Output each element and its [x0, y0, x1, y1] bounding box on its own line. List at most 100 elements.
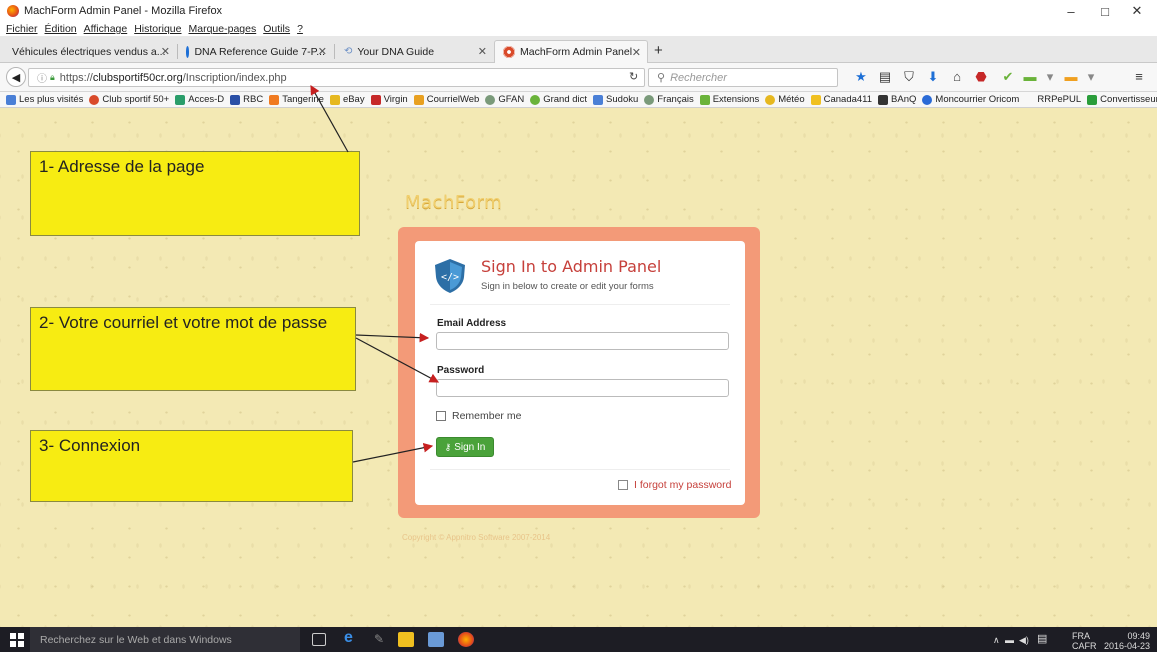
menu-marque-pages[interactable]: Marque-pages — [189, 23, 257, 35]
divider — [430, 469, 730, 470]
remember-me-checkbox[interactable]: Remember me — [436, 410, 521, 422]
photos-icon[interactable] — [428, 632, 444, 647]
menu-fichier[interactable]: Fichier — [6, 23, 38, 35]
adblock-icon[interactable]: ⬣ — [973, 69, 989, 85]
network-icon[interactable]: ▬ — [1005, 635, 1014, 645]
url-domain: clubsportif50cr.org — [92, 71, 183, 84]
minimize-button[interactable]: – — [1054, 0, 1088, 22]
bookmark-item[interactable]: Tangerine — [269, 94, 324, 105]
volume-icon[interactable]: ◀) — [1019, 635, 1029, 645]
download-icon[interactable]: ⬇ — [925, 69, 941, 85]
checkbox-icon[interactable] — [436, 411, 446, 421]
tab-machform-admin[interactable]: MachForm Admin Panel ✕ — [494, 40, 648, 63]
bookmark-item[interactable]: Français — [644, 94, 694, 105]
email-field[interactable] — [436, 332, 729, 350]
new-tab-plus-icon[interactable]: + — [654, 42, 663, 59]
tool-icon[interactable]: ✎ — [374, 632, 390, 647]
address-bar[interactable]: ⓘ 🔒︎ https://clubsportif50cr.org/Inscrip… — [28, 68, 645, 87]
bookmark-item[interactable]: Grand dict — [530, 94, 587, 105]
sign-in-button[interactable]: ⚷ Sign In — [436, 437, 494, 457]
tab-vehicules[interactable]: Véhicules électriques vendus a... ✕ — [4, 40, 176, 63]
bookmark-item[interactable]: Météo — [765, 94, 805, 105]
clock[interactable]: 09:49 2016-04-23 — [1100, 631, 1150, 651]
bookmark-item[interactable]: Virgin — [370, 94, 408, 105]
password-field[interactable] — [436, 379, 729, 397]
bookmark-item[interactable]: Les plus visités — [6, 94, 83, 105]
bookmark-item[interactable]: Canada411 — [810, 94, 872, 105]
svg-text:</>: </> — [441, 272, 459, 283]
language-indicator[interactable]: FRA CAFR — [1072, 631, 1097, 651]
close-window-button[interactable]: ✕ — [1120, 0, 1154, 22]
bookmark-item[interactable]: RBC — [230, 94, 263, 105]
tab-close-icon[interactable]: ✕ — [478, 45, 487, 58]
hamburger-menu-icon[interactable]: ≡ — [1131, 69, 1147, 84]
language-code: FRA — [1072, 631, 1090, 641]
notification-icon[interactable]: ▤ — [1037, 634, 1047, 645]
menu-historique[interactable]: Historique — [134, 23, 181, 35]
bookmark-item[interactable]: Sudoku — [593, 94, 638, 105]
sign-in-label: Sign In — [454, 441, 486, 453]
tab-close-icon[interactable]: ✕ — [318, 45, 327, 58]
extension-green-icon[interactable]: ▬ — [1022, 69, 1038, 84]
bookmark-item[interactable]: eBay — [329, 94, 365, 105]
maximize-button[interactable]: □ — [1088, 0, 1122, 22]
forgot-password-link[interactable]: I forgot my password — [618, 479, 731, 491]
window-titlebar: MachForm Admin Panel - Mozilla Firefox –… — [0, 0, 1157, 22]
key-icon: ⚷ — [444, 441, 452, 452]
bookmark-star-icon[interactable]: ★ — [853, 69, 869, 85]
task-view-icon[interactable] — [312, 633, 326, 646]
file-explorer-icon[interactable] — [398, 632, 414, 647]
menu-outils[interactable]: Outils — [263, 23, 290, 35]
reload-icon[interactable]: ↻ — [629, 70, 638, 83]
callout-connect: 3- Connexion — [30, 430, 353, 502]
checkbox-icon[interactable] — [618, 480, 628, 490]
bookmark-item[interactable]: Extensions — [699, 94, 759, 105]
machform-logo: MachForm — [405, 192, 503, 213]
bookmark-item[interactable]: GFAN — [485, 94, 524, 105]
machform-favicon-icon — [503, 46, 515, 58]
back-arrow-icon[interactable]: ◀ — [6, 67, 26, 87]
clock-date: 2016-04-23 — [1103, 641, 1150, 651]
bookmark-item[interactable]: BAnQ — [878, 94, 916, 105]
home-icon[interactable]: ⌂ — [949, 69, 965, 84]
info-icon[interactable]: ⓘ — [37, 70, 47, 85]
checkmark-icon[interactable]: ✔ — [1000, 69, 1016, 85]
menu-bar: Fichier Édition Affichage Historique Mar… — [0, 22, 1157, 36]
edge-icon[interactable]: e — [344, 629, 360, 646]
tab-close-icon[interactable]: ✕ — [161, 45, 170, 58]
tab-label: Your DNA Guide — [357, 45, 435, 58]
windows-taskbar: Recherchez sur le Web et dans Windows e … — [0, 627, 1157, 652]
bookmark-item[interactable]: Club sportif 50+ — [89, 94, 169, 105]
loading-icon: ⟲ — [344, 46, 353, 57]
lock-icon[interactable]: 🔒︎ — [50, 72, 55, 83]
tab-close-icon[interactable]: ✕ — [632, 46, 641, 59]
extension-orange-icon[interactable]: ▬ — [1063, 69, 1079, 84]
bookmark-item[interactable]: Moncourrier Oricom — [922, 94, 1019, 105]
firefox-taskbar-icon[interactable] — [458, 632, 474, 647]
reading-list-icon[interactable]: ▤ — [877, 69, 893, 85]
search-input[interactable]: ⚲ Rechercher — [648, 68, 838, 87]
pocket-icon[interactable]: ⛉ — [901, 69, 917, 85]
bookmark-item[interactable]: Convertisseur ePub — [1087, 94, 1157, 105]
keyboard-layout: CAFR — [1072, 641, 1097, 651]
divider — [430, 304, 730, 305]
clock-time: 09:49 — [1127, 631, 1150, 641]
dropdown-icon[interactable]: ▾ — [1083, 69, 1099, 85]
menu-edition[interactable]: Édition — [45, 23, 77, 35]
bookmark-item[interactable]: Acces-D — [175, 94, 224, 105]
copyright-text: Copyright © Appnitro Software 2007-2014 — [402, 533, 551, 542]
tab-your-dna-guide[interactable]: ⟲ Your DNA Guide ✕ — [336, 40, 493, 63]
tab-dna-reference[interactable]: DNA Reference Guide 7-P... ✕ — [178, 40, 333, 63]
dropdown-icon[interactable]: ▾ — [1042, 69, 1058, 85]
menu-aide[interactable]: ? — [297, 23, 303, 35]
bookmark-item[interactable]: RRPePUL — [1037, 94, 1081, 105]
windows-start-icon[interactable] — [10, 633, 24, 647]
menu-affichage[interactable]: Affichage — [84, 23, 128, 35]
tray-chevron-icon[interactable]: ∧ — [993, 635, 1000, 645]
page-title: Sign In to Admin Panel — [481, 257, 662, 276]
bookmark-item[interactable]: CourrielWeb — [413, 94, 479, 105]
taskbar-search-input[interactable]: Recherchez sur le Web et dans Windows — [30, 627, 300, 652]
callout-address: 1- Adresse de la page — [30, 151, 360, 236]
forgot-password-label: I forgot my password — [634, 479, 732, 491]
tab-label: MachForm Admin Panel — [520, 46, 633, 58]
